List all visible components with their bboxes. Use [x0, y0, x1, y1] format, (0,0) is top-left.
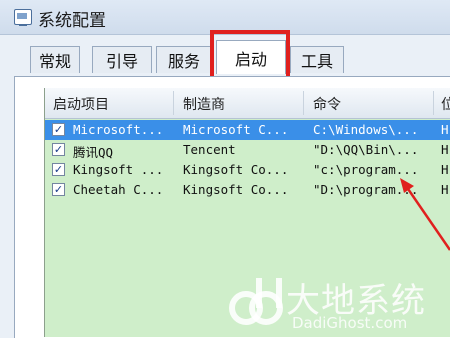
- cell-item: Kingsoft ...: [73, 162, 164, 177]
- cell-manufacturer: Tencent: [183, 142, 236, 157]
- row-checkbox[interactable]: ✓: [52, 143, 65, 156]
- system-config-icon: [14, 9, 32, 26]
- window-titlebar: 系统配置: [0, 0, 450, 35]
- cell-manufacturer: Kingsoft Co...: [183, 162, 289, 177]
- column-command[interactable]: 命令: [313, 94, 341, 114]
- cell-command: "c:\program...: [313, 162, 419, 177]
- window-title: 系统配置: [38, 11, 106, 31]
- row-checkbox[interactable]: ✓: [52, 163, 65, 176]
- tab-startup[interactable]: 启动: [216, 40, 286, 74]
- cell-manufacturer: Microsoft C...: [183, 122, 289, 137]
- table-row[interactable]: ✓ Microsoft... Microsoft C... C:\Windows…: [45, 120, 450, 140]
- cell-item: 腾讯QQ: [73, 145, 114, 160]
- cell-location: H: [441, 182, 449, 197]
- tab-general[interactable]: 常规: [30, 46, 80, 73]
- cell-item: Microsoft...: [73, 122, 164, 137]
- cell-location: H: [441, 162, 449, 177]
- column-manufacturer[interactable]: 制造商: [183, 94, 225, 114]
- row-checkbox[interactable]: ✓: [52, 183, 65, 196]
- table-row[interactable]: ✓ Kingsoft ... Kingsoft Co... "c:\progra…: [45, 160, 450, 180]
- cell-location: H: [441, 122, 449, 137]
- tab-bar: 常规 引导 服务 启动 工具: [0, 34, 450, 76]
- cell-item: Cheetah C...: [73, 182, 164, 197]
- column-location[interactable]: 位: [441, 94, 450, 114]
- cell-location: H: [441, 142, 449, 157]
- column-startup-item[interactable]: 启动项目: [53, 94, 109, 114]
- cell-command: "D:\program...: [313, 182, 419, 197]
- tab-services[interactable]: 服务: [156, 46, 212, 73]
- cell-command: C:\Windows\...: [313, 122, 419, 137]
- cell-manufacturer: Kingsoft Co...: [183, 182, 289, 197]
- cell-command: "D:\QQ\Bin\...: [313, 142, 419, 157]
- table-row[interactable]: ✓ Cheetah C... Kingsoft Co... "D:\progra…: [45, 180, 450, 200]
- startup-list: 启动项目 制造商 命令 位 ✓ Microsoft... Microsoft C…: [44, 88, 450, 337]
- list-header: 启动项目 制造商 命令 位: [45, 88, 450, 119]
- tab-tools[interactable]: 工具: [290, 46, 344, 73]
- row-checkbox[interactable]: ✓: [52, 123, 65, 136]
- tab-boot[interactable]: 引导: [92, 46, 152, 73]
- table-row[interactable]: ✓ 腾讯QQ Tencent "D:\QQ\Bin\... H: [45, 140, 450, 160]
